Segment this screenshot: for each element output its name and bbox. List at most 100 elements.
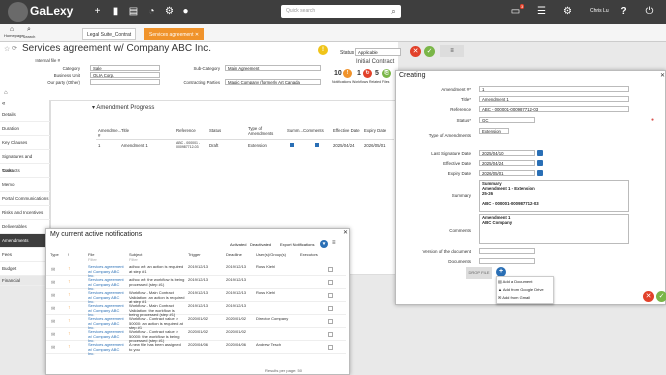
last-signature-input[interactable]: 2025/04/10 — [479, 150, 535, 156]
header-executors[interactable]: Executors — [300, 252, 318, 258]
type-select[interactable]: Extension — [479, 128, 509, 134]
header-deadline[interactable]: Deadline — [226, 252, 242, 258]
deactivated-tab[interactable]: Deactivated — [250, 241, 271, 248]
info-icon[interactable] — [290, 143, 294, 147]
header-reference[interactable]: Reference — [176, 128, 196, 133]
calendar-icon[interactable] — [537, 160, 543, 166]
cancel-icon[interactable]: ✕ — [410, 46, 421, 57]
reference-input[interactable]: ABC - 000001-000987712-03 — [479, 106, 629, 112]
comments-textarea[interactable]: Amendment 1 ABC Company — [479, 214, 629, 244]
row-checkbox[interactable] — [328, 319, 333, 324]
header-trigger[interactable]: Trigger — [188, 252, 201, 258]
star-icon[interactable]: ☆ — [4, 45, 10, 53]
close-icon[interactable]: ✕ — [660, 72, 665, 79]
app-logo[interactable]: GaLexy — [30, 4, 73, 18]
category-select[interactable]: Sale — [90, 65, 160, 71]
sub-category-select[interactable]: Main Agreement — [225, 65, 321, 71]
expiry-date-input[interactable]: 2026/05/01 — [479, 170, 535, 176]
sidebar-item-tasks[interactable]: Tasks — [0, 164, 50, 178]
status-select[interactable]: GC — [479, 117, 535, 123]
notifications-count[interactable]: 10 — [334, 70, 342, 77]
menu-icon[interactable]: ≡ — [440, 45, 464, 57]
subject-filter[interactable]: Filter — [129, 257, 138, 263]
row-checkbox[interactable] — [328, 345, 333, 350]
drop-file-zone[interactable]: DROP FILE — [466, 267, 492, 279]
row-checkbox[interactable] — [328, 332, 333, 337]
refresh-icon[interactable]: ⟳ — [12, 45, 17, 52]
tab-search[interactable]: ⌕ Search — [22, 26, 36, 39]
header-amendment-num[interactable]: Amendme... # — [98, 128, 121, 138]
cancel-icon[interactable]: ✕ — [643, 291, 654, 302]
sidebar-item-budget[interactable]: Budget — [0, 262, 50, 276]
settings-icon[interactable]: ⚙ — [562, 6, 573, 17]
search-input[interactable]: Quick search — [281, 5, 401, 18]
notification-file[interactable]: Services agreement w/ Company ABC Inc. — [88, 342, 126, 357]
collapse-icon[interactable]: « — [2, 101, 5, 107]
pie-chart-icon[interactable]: ◔ — [146, 6, 157, 17]
header-summary[interactable]: Summ... — [287, 128, 303, 133]
bell-icon[interactable]: ! — [343, 69, 352, 78]
tab-legal-suite[interactable]: Legal Suite_Contrat — [82, 28, 137, 40]
related-files-count[interactable]: 5 — [375, 70, 379, 77]
header-status[interactable]: Status — [209, 128, 221, 133]
header-type[interactable]: Type — [50, 252, 59, 258]
header-type[interactable]: Type of Amendments — [248, 126, 278, 136]
sidebar-item-key-clauses[interactable]: Key Clauses — [0, 136, 50, 150]
row-checkbox[interactable] — [328, 306, 333, 311]
tab-homepage[interactable]: ⌂ Homepage — [4, 26, 24, 38]
sidebar-item-amendments[interactable]: Amendments — [0, 234, 50, 248]
file-filter[interactable]: Filter — [88, 257, 97, 263]
contracting-parties-select[interactable]: Magic Company (formerly Art Canada — [225, 79, 321, 85]
plus-icon[interactable]: + — [92, 6, 103, 17]
users-icon[interactable]: ☰ — [536, 6, 547, 17]
document-icon[interactable]: ▤ — [128, 6, 139, 17]
sidebar-item-financial[interactable]: Financial — [0, 276, 50, 286]
workflow-icon[interactable]: ↻ — [363, 69, 372, 78]
sidebar-item-deliverables[interactable]: Deliverables — [0, 220, 50, 234]
pager[interactable]: Results per page: 50 — [265, 368, 302, 374]
row-checkbox[interactable] — [328, 293, 333, 298]
info-icon[interactable]: ! — [318, 45, 328, 55]
add-icon[interactable]: ▾ — [320, 240, 328, 248]
sidebar-item-fees[interactable]: Fees — [0, 248, 50, 262]
sidebar-item-details[interactable]: Details — [0, 108, 50, 122]
header-title[interactable]: Title — [121, 128, 129, 133]
row-title[interactable]: Amendment 1 — [121, 143, 148, 148]
save-icon[interactable]: ✓ — [656, 291, 666, 302]
gear-icon[interactable]: ⚙ — [164, 6, 175, 17]
row-checkbox[interactable] — [328, 267, 333, 272]
add-from-google-drive-item[interactable]: ▲ Add from Google Drive — [498, 287, 544, 292]
business-unit-select[interactable]: OLIA Corp. — [90, 72, 160, 78]
header-effective[interactable]: Effective Date — [333, 128, 360, 133]
calendar-icon[interactable] — [537, 150, 543, 156]
menu-icon[interactable]: ≡ — [332, 240, 336, 246]
sidebar-item-duration[interactable]: Duration — [0, 122, 50, 136]
effective-date-input[interactable]: 2025/04/24 — [479, 160, 535, 166]
home-icon[interactable]: ⌂ — [4, 90, 8, 96]
sidebar-item-signatures[interactable]: Signatures and Contacts — [0, 150, 50, 173]
search-icon[interactable]: ⌕ — [388, 6, 399, 17]
row-checkbox[interactable] — [328, 280, 333, 285]
add-from-gmail-item[interactable]: ✉ Add from Gmail — [498, 295, 530, 300]
sidebar-item-risks[interactable]: Risks and Incentives — [0, 206, 50, 220]
header-expiry[interactable]: Expiry Date — [364, 128, 386, 133]
files-icon[interactable]: ⎘ — [382, 69, 391, 78]
power-icon[interactable]: ⏻ — [644, 6, 655, 17]
summary-textarea[interactable]: Summary Amendment 1 - Extension 25-26 AB… — [479, 180, 629, 212]
close-icon[interactable]: ✕ — [343, 229, 348, 236]
activated-tab[interactable]: Activated — [230, 241, 246, 248]
header-users[interactable]: User(s)/Group(s) — [256, 252, 286, 258]
amendment-num-input[interactable]: 1 — [479, 86, 629, 92]
user-name[interactable]: Chris Lu — [590, 8, 609, 14]
status-select[interactable]: Applicable — [355, 48, 401, 56]
sidebar-item-portal[interactable]: Portal Communications — [0, 192, 50, 206]
header-comments[interactable]: Comments — [303, 128, 324, 133]
chart-icon[interactable]: ▮ — [110, 6, 121, 17]
tab-services-agreement[interactable]: Services agreement ✕ — [144, 28, 205, 40]
version-select[interactable] — [479, 248, 535, 254]
header-priority[interactable]: ! — [68, 252, 69, 258]
add-document-item[interactable]: ▤ Add a Document — [498, 279, 532, 284]
badge-icon[interactable]: ● — [180, 6, 191, 17]
save-icon[interactable]: ✓ — [424, 46, 435, 57]
calendar-icon[interactable] — [537, 170, 543, 176]
